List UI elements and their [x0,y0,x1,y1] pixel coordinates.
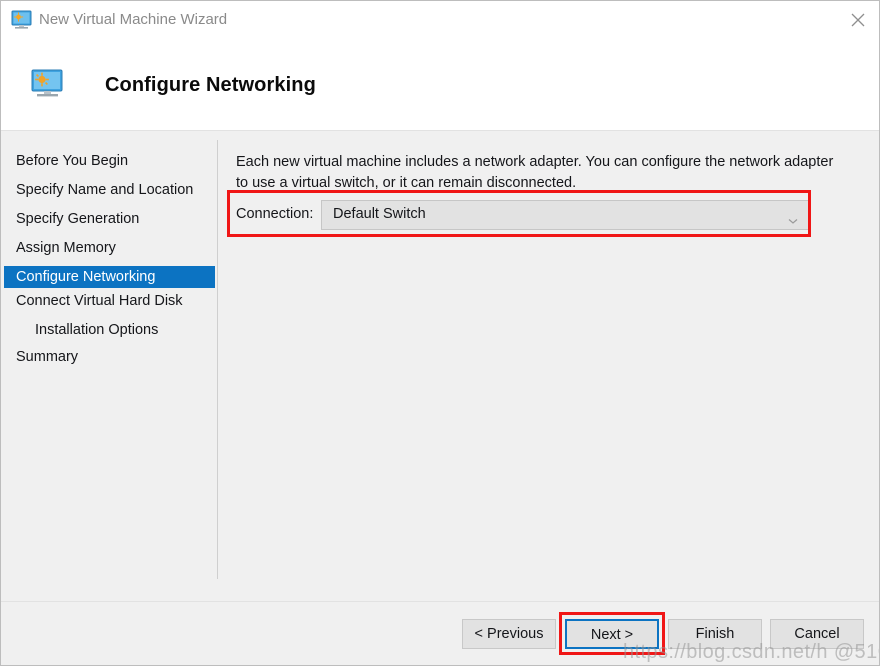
title-bar: New Virtual Machine Wizard [1,1,879,41]
page-description: Each new virtual machine includes a netw… [236,154,834,191]
virtual-machine-monitor-icon [11,10,33,30]
sidebar-item-before-you-begin[interactable]: Before You Begin [4,150,215,172]
sidebar-item-label: Summary [16,349,79,365]
chevron-down-icon [788,212,798,230]
wizard-body: Before You Begin Specify Name and Locatio… [1,132,879,601]
sidebar-item-configure-networking[interactable]: Configure Networking [4,266,215,288]
sidebar-item-assign-memory[interactable]: Assign Memory [4,237,215,259]
sidebar-item-label: Before You Begin [16,153,129,169]
virtual-machine-monitor-icon [31,69,65,99]
window-title: New Virtual Machine Wizard [39,11,228,28]
sidebar-item-specify-generation[interactable]: Specify Generation [4,208,215,230]
close-icon[interactable] [835,1,879,37]
connection-select[interactable]: Default Switch [321,200,811,230]
wizard-footer: < Previous Next > Finish Cancel [1,601,879,665]
previous-button[interactable]: < Previous [462,619,556,649]
sidebar-item-label: Configure Networking [16,269,156,285]
new-virtual-machine-wizard-window: New Virtual Machine Wizard Configure Net… [0,0,880,666]
finish-button[interactable]: Finish [668,619,762,649]
connection-selected-value: Default Switch [333,206,426,222]
connection-label: Connection: [236,206,314,222]
next-button[interactable]: Next > [565,619,659,649]
page-title: Configure Networking [105,74,316,96]
sidebar-item-label: Specify Generation [16,211,140,227]
sidebar-item-label: Assign Memory [16,240,116,256]
sidebar-item-label: Connect Virtual Hard Disk [16,293,183,309]
sidebar-item-specify-name-and-location[interactable]: Specify Name and Location [4,179,215,201]
sidebar-item-summary[interactable]: Summary [4,346,215,368]
wizard-step-list: Before You Begin Specify Name and Locatio… [1,132,218,601]
sidebar-item-connect-virtual-hard-disk[interactable]: Connect Virtual Hard Disk [4,290,215,312]
sidebar-item-label: Installation Options [35,322,159,338]
sidebar-item-installation-options[interactable]: Installation Options [4,319,215,341]
sidebar-item-label: Specify Name and Location [16,182,194,198]
wizard-header: Configure Networking [1,41,879,131]
wizard-content-pane: Each new virtual machine includes a netw… [218,132,879,601]
cancel-button[interactable]: Cancel [770,619,864,649]
connection-row: Connection: Default Switch [236,200,812,232]
